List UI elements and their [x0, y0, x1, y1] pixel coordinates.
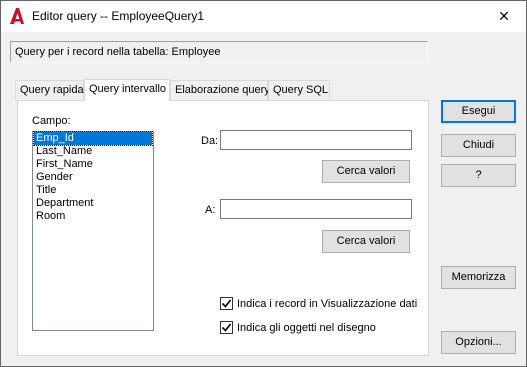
checkbox-disegno-label: Indica gli oggetti nel disegno	[237, 321, 376, 334]
query-editor-dialog: Editor query -- EmployeeQuery1 ✕ Query p…	[0, 0, 527, 367]
tab-query-sql[interactable]: Query SQL	[268, 80, 330, 100]
close-button[interactable]: ✕	[482, 1, 526, 32]
a-input[interactable]	[220, 199, 412, 219]
cerca-valori-da-button[interactable]: Cerca valori	[322, 160, 410, 183]
list-item-emp-id[interactable]: Emp_Id	[33, 131, 153, 146]
tab-label: Query SQL	[273, 84, 329, 96]
help-button[interactable]: ?	[441, 164, 516, 187]
list-item-first-name[interactable]: First_Name	[34, 158, 152, 171]
autocad-app-icon	[10, 8, 24, 24]
title-bar: Editor query -- EmployeeQuery1 ✕	[1, 1, 526, 32]
da-input[interactable]	[220, 130, 412, 150]
tab-label: Query rapida	[20, 84, 84, 96]
checkbox-visualizzazione[interactable]	[220, 297, 233, 310]
tab-elaborazione-query[interactable]: Elaborazione query	[170, 80, 270, 100]
campo-label: Campo:	[32, 115, 71, 127]
tab-panel-query-intervallo: Campo: Emp_Id Last_Name First_Name Gende…	[17, 100, 429, 356]
memorizza-button[interactable]: Memorizza	[441, 266, 516, 289]
checkbox-visualizzazione-label: Indica i record in Visualizzazione dati	[237, 297, 418, 310]
a-label: A:	[205, 204, 216, 216]
tab-query-rapida[interactable]: Query rapida	[15, 80, 84, 100]
list-item-room[interactable]: Room	[34, 210, 152, 223]
check-oggetti-disegno[interactable]: Indica gli oggetti nel disegno	[220, 321, 376, 334]
close-icon: ✕	[498, 8, 510, 24]
campo-listbox[interactable]: Emp_Id Last_Name First_Name Gender Title…	[32, 131, 154, 331]
cerca-valori-a-button[interactable]: Cerca valori	[322, 230, 410, 253]
da-label: Da:	[201, 135, 219, 147]
table-info-field: Query per i record nella tabella: Employ…	[10, 41, 428, 63]
checkmark-icon	[221, 323, 232, 332]
check-visualizzazione-dati[interactable]: Indica i record in Visualizzazione dati	[220, 297, 417, 310]
tab-label: Elaborazione query	[175, 84, 270, 96]
checkbox-disegno[interactable]	[220, 321, 233, 334]
list-item-title[interactable]: Title	[34, 184, 152, 197]
table-info-text: Query per i record nella tabella: Employ…	[15, 46, 221, 58]
window-title: Editor query -- EmployeeQuery1	[32, 9, 205, 23]
esegui-button[interactable]: Esegui	[441, 100, 516, 123]
opzioni-button[interactable]: Opzioni...	[441, 331, 516, 354]
chiudi-button[interactable]: Chiudi	[441, 134, 516, 157]
list-item-department[interactable]: Department	[34, 197, 152, 210]
list-item-gender[interactable]: Gender	[34, 171, 152, 184]
tab-label: Query intervallo	[89, 83, 167, 95]
checkmark-icon	[221, 299, 232, 308]
tab-query-intervallo[interactable]: Query intervallo	[84, 79, 170, 101]
list-item-last-name[interactable]: Last_Name	[34, 145, 152, 158]
